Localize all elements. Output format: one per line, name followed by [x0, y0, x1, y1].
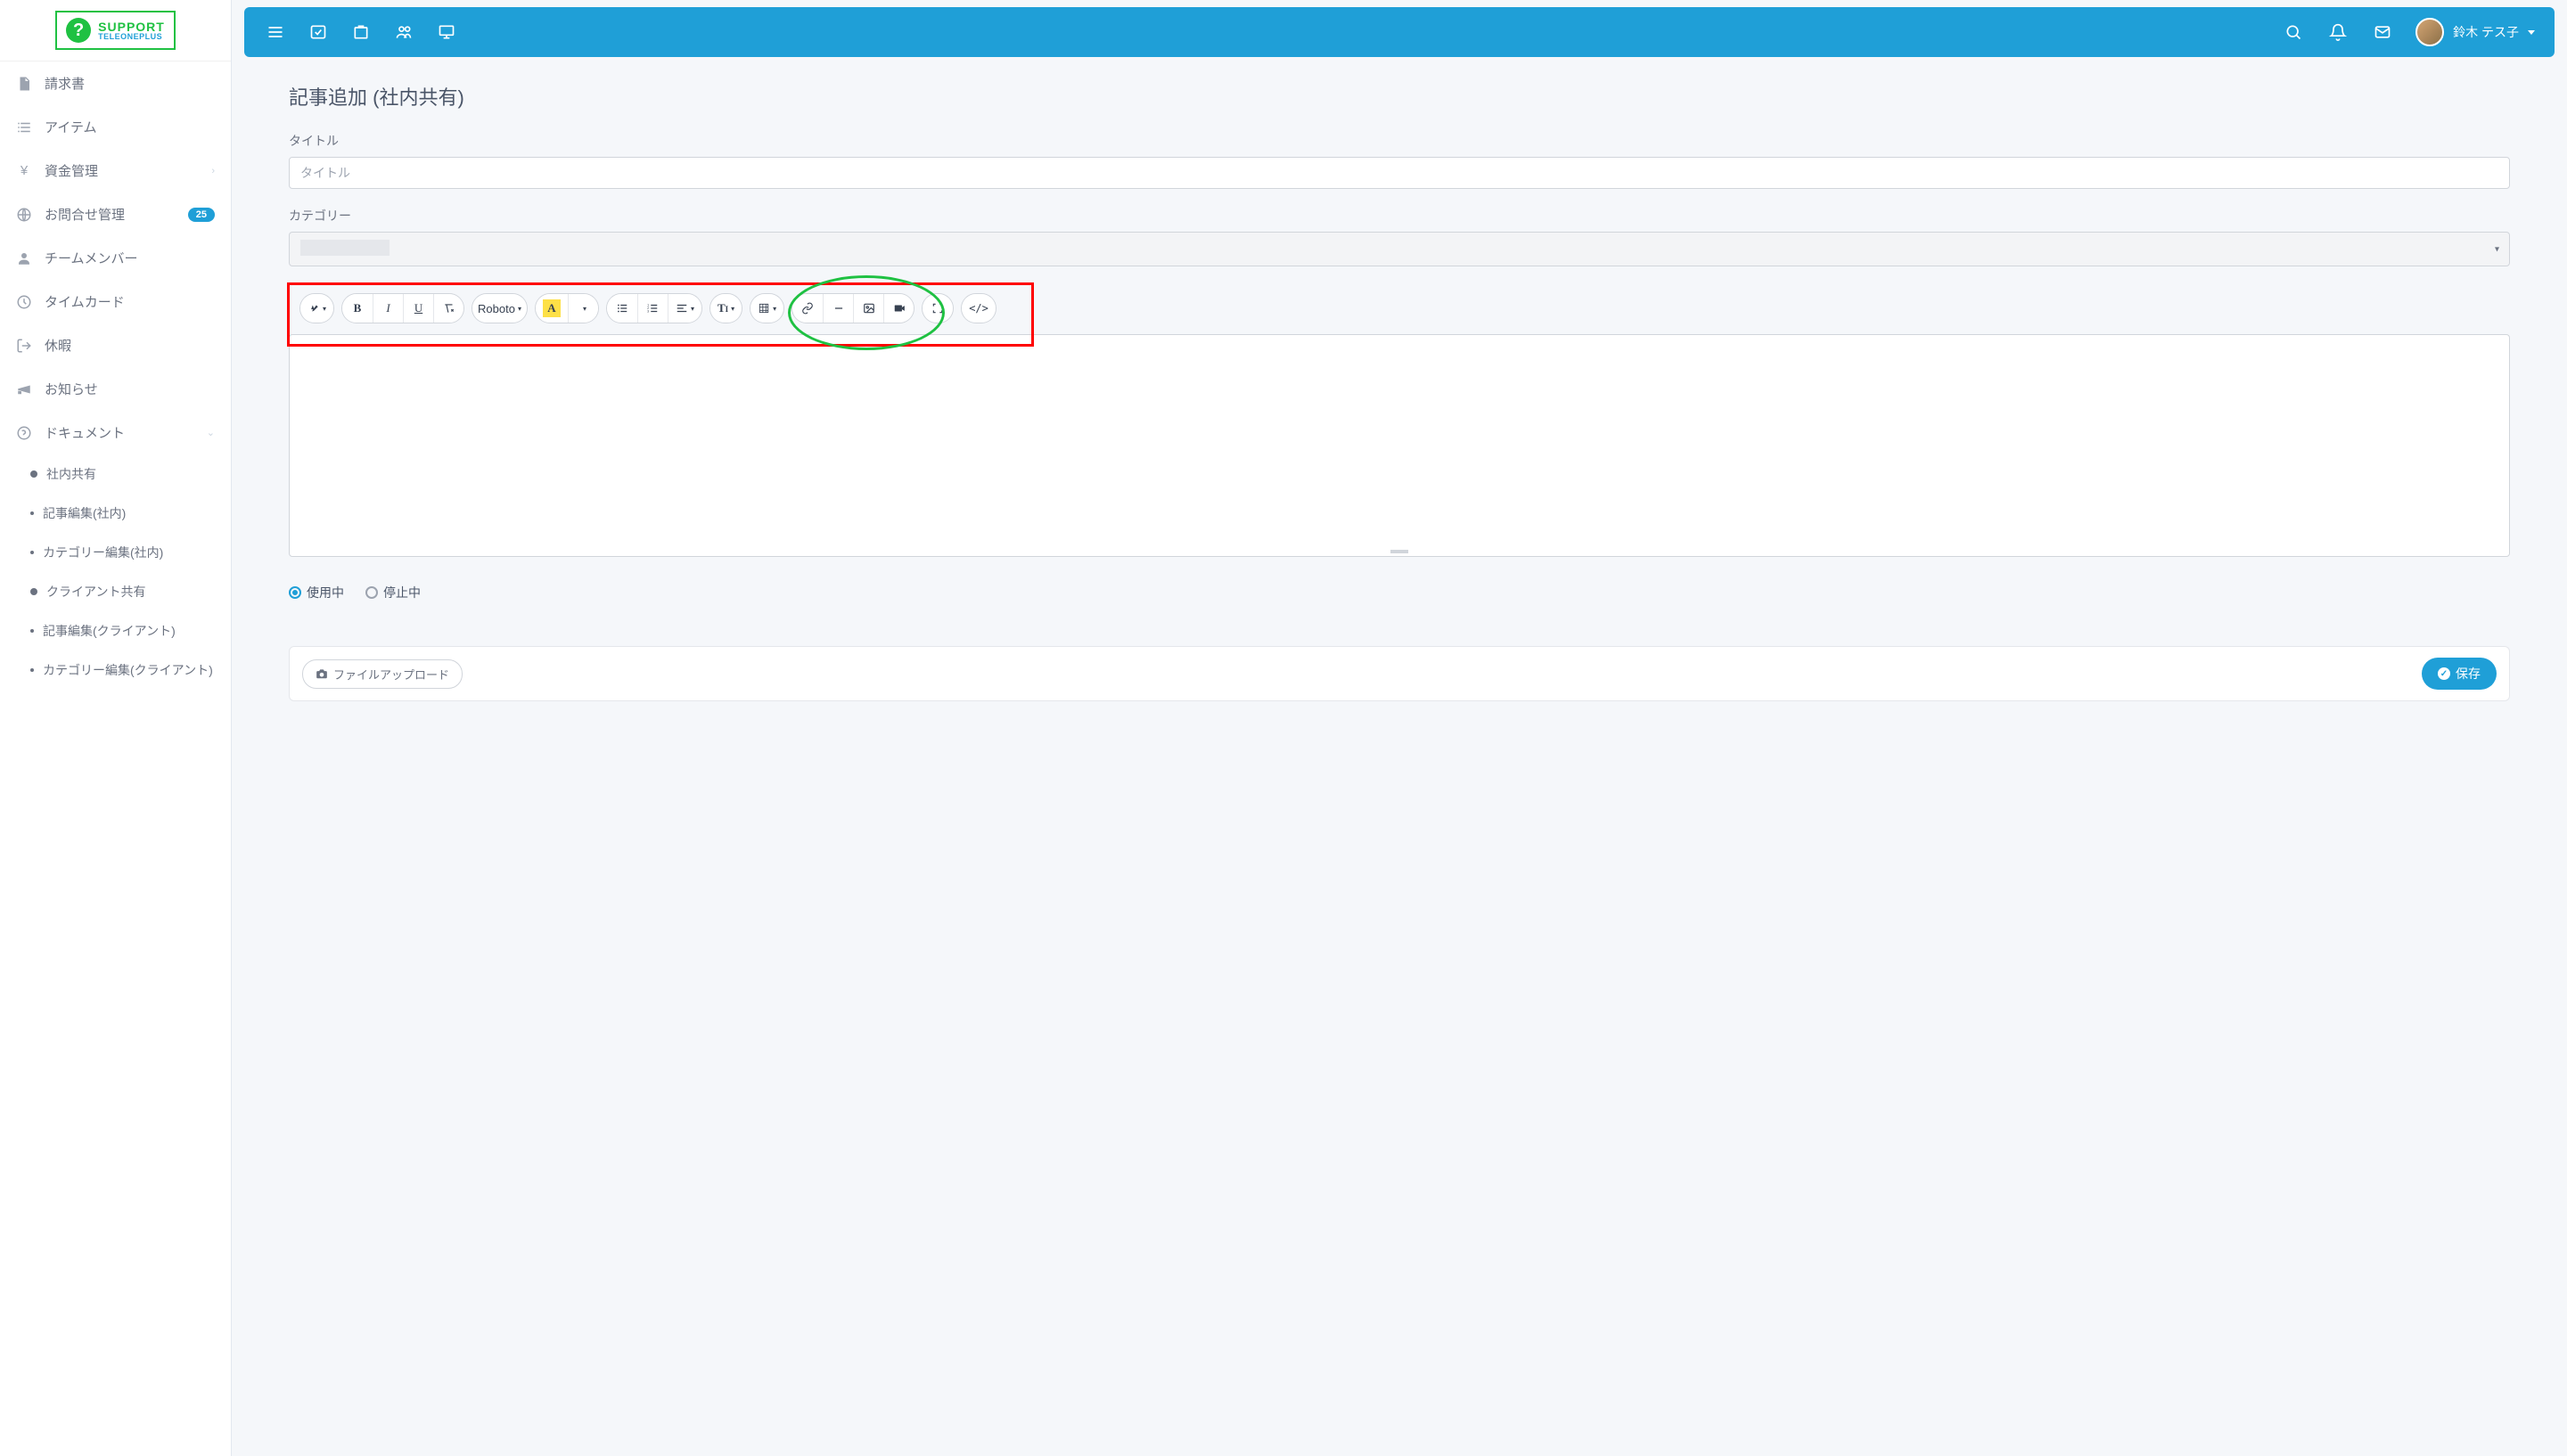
- more-color-button[interactable]: ▾: [568, 294, 598, 323]
- sidebar-item-inquiry[interactable]: お問合せ管理 25: [0, 192, 231, 236]
- save-button[interactable]: ✓ 保存: [2422, 658, 2497, 690]
- sidebar-item-funds[interactable]: ¥ 資金管理 ›: [0, 149, 231, 192]
- video-button[interactable]: [883, 294, 914, 323]
- editor-toolbar: ▾ B I U Roboto▾ A ▾: [289, 284, 2510, 332]
- tasks-button[interactable]: [299, 13, 337, 51]
- menu-button[interactable]: [257, 13, 294, 51]
- editor-body[interactable]: [289, 334, 2510, 557]
- topbar: 鈴木 テス子: [244, 7, 2555, 57]
- projects-button[interactable]: [342, 13, 380, 51]
- document-icon: [16, 76, 32, 92]
- yen-icon: ¥: [16, 163, 32, 179]
- footer-bar: ファイルアップロード ✓ 保存: [289, 646, 2510, 701]
- underline-button[interactable]: U: [403, 294, 433, 323]
- resize-handle[interactable]: [1390, 550, 1408, 553]
- align-button[interactable]: ▾: [668, 294, 701, 323]
- mail-button[interactable]: [2364, 13, 2401, 51]
- caret-down-icon: [2528, 30, 2535, 35]
- category-select[interactable]: [289, 232, 2510, 266]
- monitor-button[interactable]: [428, 13, 465, 51]
- logo-icon: ?: [66, 18, 91, 43]
- bullet-icon: [30, 588, 37, 595]
- radio-icon: [289, 586, 301, 599]
- user-menu[interactable]: 鈴木 テス子: [2408, 14, 2542, 50]
- chevron-right-icon: ›: [211, 166, 215, 176]
- search-button[interactable]: [2275, 13, 2312, 51]
- upload-button[interactable]: ファイルアップロード: [302, 659, 463, 689]
- link-button[interactable]: [792, 294, 823, 323]
- bullet-icon: [30, 629, 34, 633]
- code-view-button[interactable]: </>: [962, 294, 996, 323]
- globe-icon: [16, 207, 32, 223]
- unordered-list-button[interactable]: [607, 294, 637, 323]
- user-name: 鈴木 テス子: [2453, 23, 2519, 41]
- sidebar-sub-client-share[interactable]: クライアント共有: [30, 572, 231, 611]
- radio-icon: [365, 586, 378, 599]
- radio-inactive[interactable]: 停止中: [365, 584, 421, 601]
- chevron-down-icon: ⌄: [207, 427, 215, 438]
- sidebar-item-vacation[interactable]: 休暇: [0, 323, 231, 367]
- list-icon: [16, 119, 32, 135]
- title-label: タイトル: [289, 132, 2510, 150]
- bullet-icon: [30, 551, 34, 554]
- italic-button[interactable]: I: [373, 294, 403, 323]
- sidebar-item-timecard[interactable]: タイムカード: [0, 280, 231, 323]
- fullscreen-button[interactable]: [923, 294, 953, 323]
- style-button[interactable]: ▾: [300, 294, 333, 323]
- table-button[interactable]: ▾: [750, 294, 783, 323]
- help-icon: [16, 425, 32, 441]
- chevron-down-icon: ▾: [2495, 244, 2499, 254]
- font-select[interactable]: Roboto▾: [472, 294, 527, 323]
- category-label: カテゴリー: [289, 207, 2510, 225]
- sidebar-sub-category-internal[interactable]: カテゴリー編集(社内): [30, 533, 231, 572]
- image-button[interactable]: [853, 294, 883, 323]
- megaphone-icon: [16, 381, 32, 397]
- sidebar-item-document[interactable]: ドキュメント ⌄: [0, 411, 231, 454]
- bullet-icon: [30, 511, 34, 515]
- logo-main: SUPPORT: [98, 20, 165, 33]
- editor: ▾ B I U Roboto▾ A ▾: [289, 284, 2510, 557]
- logo-sub: TELEONEPLUS: [98, 33, 165, 41]
- page-title: 記事追加 (社内共有): [289, 82, 2510, 110]
- sidebar-item-news[interactable]: お知らせ: [0, 367, 231, 411]
- main: 鈴木 テス子 記事追加 (社内共有) タイトル カテゴリー ▾: [232, 0, 2567, 1456]
- hr-button[interactable]: [823, 294, 853, 323]
- radio-active[interactable]: 使用中: [289, 584, 344, 601]
- inquiry-badge: 25: [188, 208, 215, 222]
- heading-button[interactable]: TI▾: [710, 294, 742, 323]
- camera-icon: [316, 667, 328, 680]
- avatar: [2415, 18, 2444, 46]
- notifications-button[interactable]: [2319, 13, 2357, 51]
- bullet-icon: [30, 668, 34, 672]
- sidebar-item-invoice[interactable]: 請求書: [0, 61, 231, 105]
- sidebar-sub-edit-client[interactable]: 記事編集(クライアント): [30, 611, 231, 650]
- sidebar-item-items[interactable]: アイテム: [0, 105, 231, 149]
- ordered-list-button[interactable]: 123: [637, 294, 668, 323]
- content: 記事追加 (社内共有) タイトル カテゴリー ▾: [244, 57, 2555, 726]
- clock-icon: [16, 294, 32, 310]
- bullet-icon: [30, 470, 37, 478]
- sidebar: ? SUPPORT TELEONEPLUS 請求書 アイテム ¥ 資金管理 › …: [0, 0, 232, 1456]
- person-icon: [16, 250, 32, 266]
- font-color-button[interactable]: A: [536, 294, 568, 323]
- check-icon: ✓: [2438, 667, 2450, 680]
- sidebar-item-team[interactable]: チームメンバー: [0, 236, 231, 280]
- logo[interactable]: ? SUPPORT TELEONEPLUS: [0, 0, 231, 61]
- clear-format-button[interactable]: [433, 294, 463, 323]
- logout-icon: [16, 338, 32, 354]
- svg-text:3: 3: [648, 310, 650, 314]
- sidebar-sub-category-client[interactable]: カテゴリー編集(クライアント): [30, 650, 231, 690]
- bold-button[interactable]: B: [342, 294, 373, 323]
- title-input[interactable]: [289, 157, 2510, 189]
- sidebar-sub-edit-internal[interactable]: 記事編集(社内): [30, 494, 231, 533]
- users-button[interactable]: [385, 13, 422, 51]
- sidebar-sub-internal-share[interactable]: 社内共有: [30, 454, 231, 494]
